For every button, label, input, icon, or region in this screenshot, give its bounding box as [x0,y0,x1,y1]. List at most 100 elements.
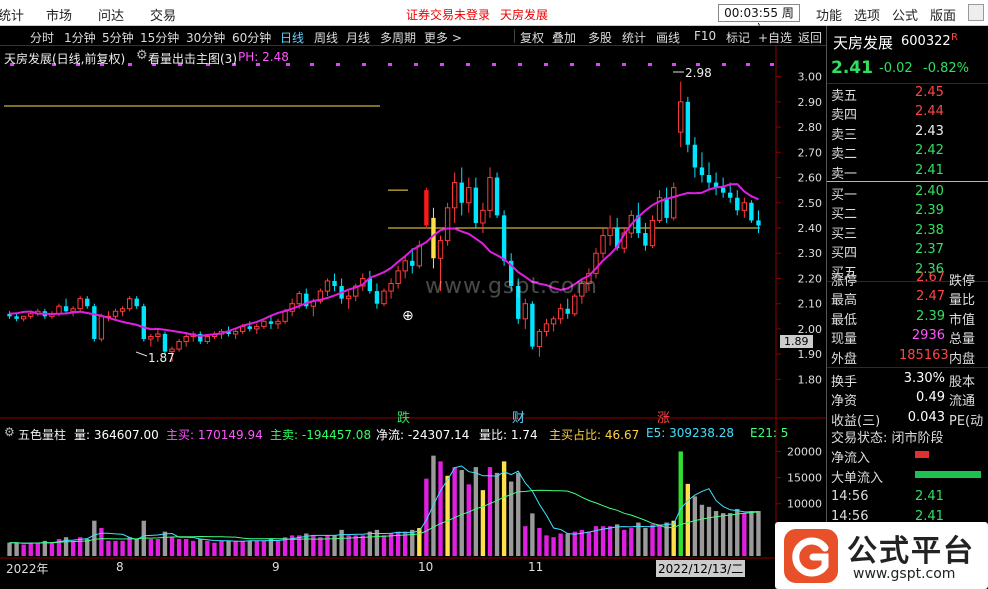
candle-body [134,298,139,307]
volume-stat-ratio: 量比: 1.74 [479,428,538,442]
kline-chart-area[interactable]: 3.00 2.90 2.80 2.70 2.60 2.50 2.40 2.30 2.20 2.10… [0,46,826,589]
candle-body [720,187,726,193]
period-tab-daily[interactable]: 日线 [280,29,304,46]
volume-title[interactable]: 五色量柱 [18,426,66,443]
ask-row[interactable]: 卖四 2.44 [827,103,988,123]
big-order-row: 大单流入 [827,466,988,486]
candle-body [232,330,239,335]
period-tab-multi[interactable]: 多周期 [380,29,416,46]
candle-body [557,308,564,320]
price-change: -0.02 [879,61,913,76]
menu-item-stats[interactable]: 统计 [0,5,24,24]
tool-adjust-button[interactable]: 复权 [520,29,544,46]
tool-draw-button[interactable]: 画线 [656,29,680,46]
price-tick-label: 2.60 [798,172,823,185]
volume-bar [339,529,344,556]
period-tab-60min[interactable]: 60分钟 [232,29,271,46]
candle-body [98,315,105,340]
menu-item-function[interactable]: 功能 [816,5,842,24]
stat-row: 最高 2.47 量比 [827,288,988,308]
indicator-name[interactable]: 看量出击主图(3) [148,50,237,67]
xaxis-label-year: 2022年 [6,562,49,576]
period-tab-timeshare[interactable]: 分时 [30,29,54,46]
period-tab-monthly[interactable]: 月线 [346,29,370,46]
trade-login-warning[interactable]: 证券交易未登录 [406,6,490,23]
candle-body [20,315,27,320]
volume-tick-label: 20000 [787,445,822,458]
indicator-settings-icon[interactable]: ⚙ [136,48,148,63]
margin-badge: R [951,32,958,43]
price-tick-label: 2.70 [798,146,823,159]
candle-body [466,187,472,204]
candle-body [494,177,500,216]
period-tab-15min[interactable]: 15分钟 [140,29,179,46]
add-mark-icon[interactable]: ⊕ [402,308,414,324]
volume-bar [572,531,577,556]
tool-f10-button[interactable]: F10 [694,29,716,43]
period-tab-5min[interactable]: 5分钟 [102,29,134,46]
tool-mark-button[interactable]: 标记 [726,29,750,46]
volume-tick-label: 15000 [787,472,822,485]
logo-url: www.gspt.com [853,566,956,582]
window-control-icon[interactable] [968,4,984,21]
period-tab-more[interactable]: 更多 > [424,29,462,46]
volume-settings-icon[interactable]: ⚙ [4,425,15,439]
bid-row[interactable]: 买二 2.39 [827,202,988,222]
candle-body [282,310,288,322]
volume-bar [544,535,549,556]
bid-row[interactable]: 买一 2.40 [827,183,988,203]
volume-bar [261,540,267,556]
tool-stats-button[interactable]: 统计 [622,29,646,46]
period-tab-1min[interactable]: 1分钟 [64,29,96,46]
menu-item-formula[interactable]: 公式 [892,5,918,24]
volume-bar [530,513,535,556]
stat-label: 净资 [831,394,858,409]
signal-flag [414,63,418,66]
menu-item-market[interactable]: 市场 [46,5,72,24]
candle-body [402,260,408,272]
stat-value: 0.043 [907,410,945,425]
price-tick-label: 1.90 [798,348,823,361]
candle-body [126,298,133,310]
bid-row[interactable]: 买四 2.37 [827,241,988,261]
ask-row[interactable]: 卖三 2.43 [827,123,988,143]
signal-flag [492,63,496,66]
event-marker-rise[interactable]: 涨 [657,407,670,426]
candle-body [324,280,331,292]
tool-add-watchlist-button[interactable]: +自选 [758,29,792,46]
tool-back-button[interactable]: 返回 [798,29,822,46]
ask-row[interactable]: 卖五 2.45 [827,84,988,104]
low-pointer [135,351,148,357]
stat-row: 外盘 185163 内盘 [827,347,988,367]
stock-name-tab[interactable]: 天房发展 [500,6,548,23]
period-tab-30min[interactable]: 30分钟 [186,29,225,46]
event-marker-finance[interactable]: 财 [512,407,525,426]
tool-overlay-button[interactable]: 叠加 [552,29,576,46]
signal-flag [746,63,750,66]
menu-item-options[interactable]: 选项 [854,5,880,24]
volume-bar [240,540,245,556]
ask-row[interactable]: 卖一 2.41 [827,162,988,182]
candle-body [247,326,252,329]
stat-value: 2.39 [916,308,945,324]
tick-row-1: 14:56 2.41 [827,488,988,507]
volume-bar [92,520,97,556]
period-tab-weekly[interactable]: 周线 [314,29,338,46]
volume-bar [706,506,712,556]
tool-multistock-button[interactable]: 多股 [588,29,612,46]
event-marker-fall[interactable]: 跌 [397,407,410,426]
volume-bar [494,472,500,556]
volume-bar [713,511,719,556]
candle-body [424,190,429,226]
ask-row[interactable]: 卖二 2.42 [827,142,988,162]
candle-body [56,305,62,315]
menu-item-wenda[interactable]: 问达 [98,5,124,24]
volume-bar [268,539,274,556]
volume-bar [692,496,698,556]
bid-row[interactable]: 买三 2.38 [827,222,988,242]
menu-item-trade[interactable]: 交易 [150,5,176,24]
volume-bar [756,511,761,556]
menu-item-layout[interactable]: 版面 [930,5,956,24]
stat-label-secondary: 跌停 [949,274,976,289]
signal-flag [362,63,366,66]
